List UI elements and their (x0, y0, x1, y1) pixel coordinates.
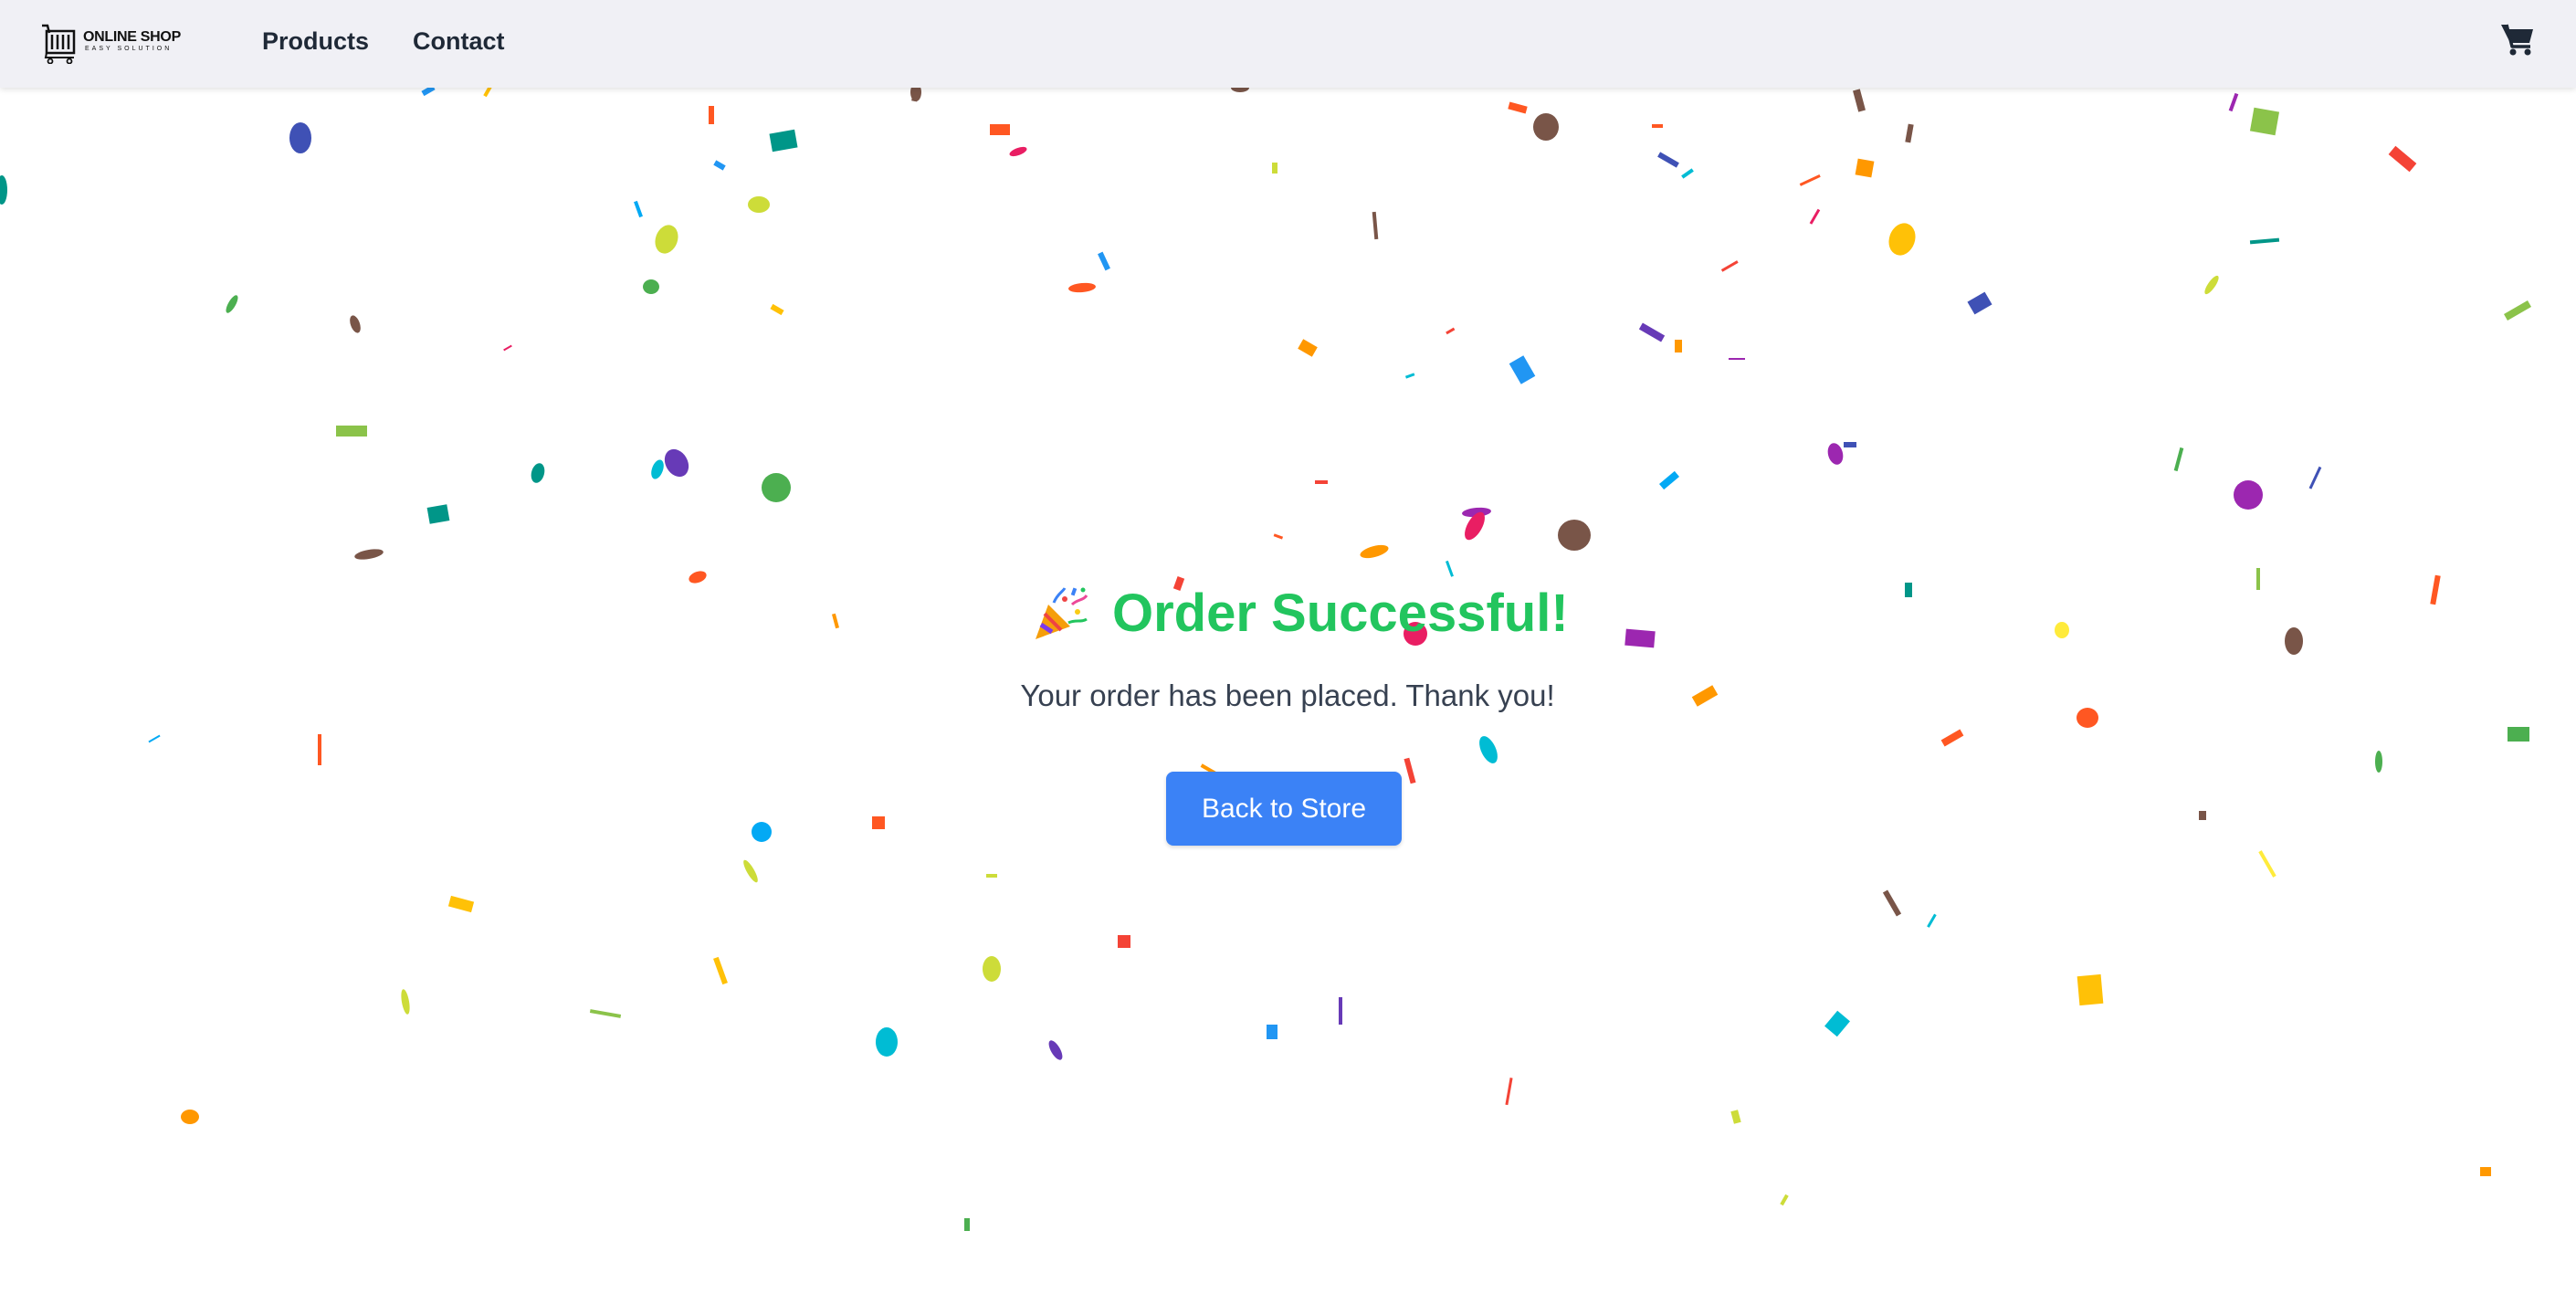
confirmation-message: Your order has been placed. Thank you! (1020, 679, 1555, 712)
cart-button[interactable] (2499, 22, 2536, 57)
back-to-store-button[interactable]: Back to Store (1166, 772, 1402, 846)
shop-cart-logo-icon (42, 24, 76, 64)
party-popper-icon (1036, 587, 1088, 639)
logo-title: ONLINE SHOP (83, 29, 181, 45)
title-row: Order Successful! (1032, 577, 1569, 650)
nav-link-contact[interactable]: Contact (413, 26, 505, 57)
top-navbar: ONLINE SHOP EASY SOLUTION Products Conta… (0, 0, 2576, 88)
brand-logo[interactable]: ONLINE SHOP EASY SOLUTION (40, 16, 186, 66)
logo-subtitle: EASY SOLUTION (85, 46, 173, 52)
shopping-cart-icon (2501, 24, 2533, 56)
order-success-panel: Order Successful! Your order has been pl… (0, 0, 2576, 1315)
nav-link-products[interactable]: Products (262, 26, 369, 57)
page-title: Order Successful! (1112, 584, 1569, 643)
